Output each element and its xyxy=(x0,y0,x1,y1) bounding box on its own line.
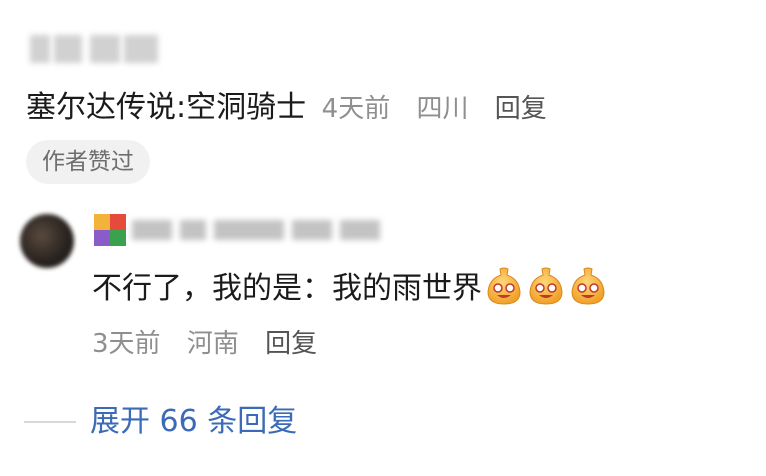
reply-reply-button[interactable]: 回复 xyxy=(265,329,317,359)
avatar[interactable] xyxy=(20,214,74,268)
comment-reply-button[interactable]: 回复 xyxy=(495,94,547,124)
reply-row: 不行了，我的是：我的雨世界 xyxy=(92,266,608,311)
gourd-smile-icon xyxy=(571,267,605,305)
reply-time: 3天前 xyxy=(92,329,161,359)
reply-text: 不行了，我的是：我的雨世界 xyxy=(92,271,482,306)
gourd-smile-icon xyxy=(487,267,521,305)
comment-location: 四川 xyxy=(416,94,469,124)
expand-replies-button[interactable]: 展开 66 条回复 xyxy=(90,400,297,444)
comment-text: 塞尔达传说:空洞骑士 xyxy=(26,90,307,125)
reply-username-blurred[interactable] xyxy=(132,218,382,242)
reply-meta: 3天前 河南 回复 xyxy=(92,324,335,364)
reply-location: 河南 xyxy=(186,329,239,359)
username-blurred[interactable] xyxy=(30,35,160,65)
author-liked-badge-label: 作者赞过 xyxy=(42,149,134,175)
comment-row: 塞尔达传说:空洞骑士 4天前 四川 回复 xyxy=(26,86,565,131)
author-liked-badge: 作者赞过 xyxy=(26,140,150,184)
level-badge-icon xyxy=(94,214,126,246)
comment-time: 4天前 xyxy=(321,94,391,124)
gourd-smile-icon xyxy=(529,267,563,305)
divider-line xyxy=(24,421,76,423)
